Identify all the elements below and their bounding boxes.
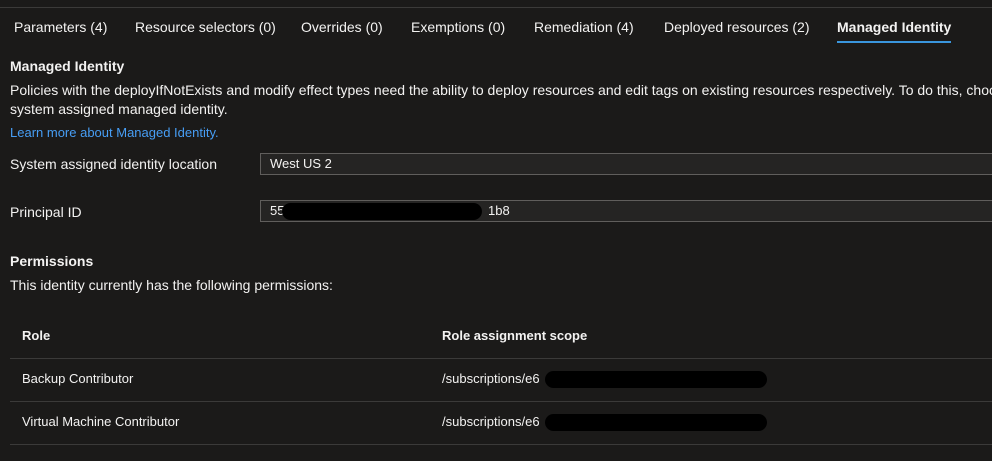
column-header-role[interactable]: Role	[22, 328, 50, 343]
tab-resource-selectors[interactable]: Resource selectors (0)	[135, 19, 276, 35]
redaction-scope-1	[545, 371, 767, 388]
tab-bar: Parameters (4) Resource selectors (0) Ov…	[0, 8, 992, 46]
column-header-scope[interactable]: Role assignment scope	[442, 328, 587, 343]
managed-identity-description-line1: Policies with the deployIfNotExists and …	[10, 82, 992, 98]
table-row-divider	[10, 444, 992, 445]
permissions-description: This identity currently has the followin…	[10, 277, 333, 293]
active-tab-indicator	[837, 41, 951, 43]
location-value: West US 2	[270, 156, 332, 171]
table-header-divider	[10, 358, 992, 359]
tab-exemptions[interactable]: Exemptions (0)	[411, 19, 505, 35]
table-row-scope: /subscriptions/e6	[442, 414, 540, 429]
table-row-divider	[10, 401, 992, 402]
managed-identity-description-line2: system assigned managed identity.	[10, 101, 228, 117]
tab-remediation[interactable]: Remediation (4)	[534, 19, 634, 35]
table-row-role: Backup Contributor	[22, 371, 134, 386]
location-label: System assigned identity location	[10, 156, 217, 172]
managed-identity-heading: Managed Identity	[10, 58, 125, 74]
location-field[interactable]: West US 2	[260, 153, 992, 175]
top-border	[0, 0, 992, 8]
permissions-heading: Permissions	[10, 253, 94, 269]
table-row-scope: /subscriptions/e6	[442, 371, 540, 386]
tab-parameters[interactable]: Parameters (4)	[14, 19, 107, 35]
tab-overrides[interactable]: Overrides (0)	[301, 19, 383, 35]
principal-id-label: Principal ID	[10, 204, 82, 220]
table-row-role: Virtual Machine Contributor	[22, 414, 180, 429]
tab-deployed-resources[interactable]: Deployed resources (2)	[664, 19, 810, 35]
learn-more-link[interactable]: Learn more about Managed Identity.	[10, 125, 219, 140]
tab-managed-identity[interactable]: Managed Identity	[837, 19, 951, 35]
redaction-scope-2	[545, 414, 767, 431]
principal-id-suffix: 1b8	[488, 203, 510, 218]
redaction-principal-id	[282, 203, 482, 220]
